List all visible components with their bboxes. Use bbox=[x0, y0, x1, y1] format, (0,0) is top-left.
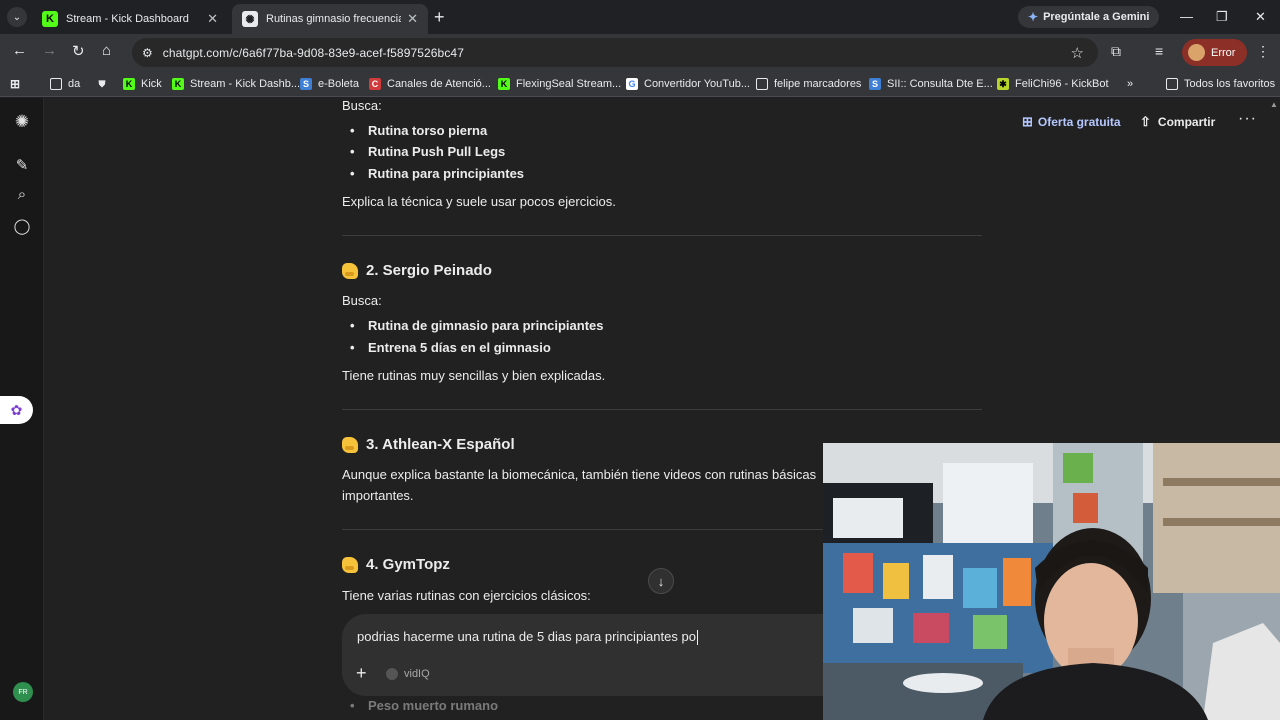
search-icon[interactable]: ⌕ bbox=[13, 186, 31, 203]
restore-icon[interactable]: ❐ bbox=[1216, 9, 1228, 25]
bookmark-star-icon[interactable]: ☆ bbox=[1071, 44, 1084, 62]
flexed-biceps-icon bbox=[342, 556, 358, 573]
google-icon: G bbox=[626, 78, 638, 90]
browser-toolbar: ← → ↻ ⌂ ⚙ chatgpt.com/c/6a6f77ba-9d08-83… bbox=[0, 34, 1280, 71]
profile-status: Error bbox=[1211, 46, 1236, 59]
section-heading: 4. GymTopz bbox=[342, 556, 450, 573]
url-text: chatgpt.com/c/6a6f77ba-9d08-83e9-acef-f5… bbox=[162, 45, 464, 60]
gift-icon: ⊞ bbox=[1022, 114, 1033, 129]
flexed-biceps-icon bbox=[342, 436, 358, 453]
kick-icon: K bbox=[123, 78, 135, 90]
gemini-icon: ✦ bbox=[1028, 10, 1039, 24]
forward-icon[interactable]: → bbox=[42, 42, 57, 59]
sii-icon: S bbox=[300, 78, 312, 90]
list-item: Rutina Push Pull Legs bbox=[350, 144, 505, 159]
tab-strip: ⌄ K Stream - Kick Dashboard ✕ ✺ Rutinas … bbox=[0, 0, 1280, 34]
list-item: Rutina torso pierna bbox=[350, 123, 487, 138]
openai-logo-icon[interactable]: ✺ bbox=[13, 112, 31, 132]
bookmark-da[interactable]: da bbox=[50, 75, 80, 93]
vidiq-tool-chip[interactable]: vidIQ bbox=[386, 668, 430, 680]
gemini-label: Pregúntale a Gemini bbox=[1043, 11, 1150, 23]
tab-title: Stream - Kick Dashboard bbox=[66, 13, 189, 25]
section-text: Aunque explica bastante la biomecánica, … bbox=[342, 467, 817, 503]
webcam-overlay bbox=[823, 443, 1280, 720]
extensions-icon[interactable]: ⧉ bbox=[1111, 43, 1121, 60]
divider bbox=[342, 235, 982, 236]
bookmark-eboleta[interactable]: S e-Boleta bbox=[300, 75, 359, 93]
bot-icon: ✱ bbox=[997, 78, 1009, 90]
bookmark-felipe-marcadores[interactable]: felipe marcadores bbox=[756, 75, 861, 93]
section-heading: 3. Athlean-X Español bbox=[342, 436, 515, 453]
folder-icon bbox=[756, 78, 768, 90]
scroll-down-button[interactable]: ↓ bbox=[648, 568, 674, 594]
bookmark-flexingseal[interactable]: K FlexingSeal Stream... bbox=[498, 75, 621, 93]
bookmarks-bar: ⊞ da ⛊ K Kick K Stream - Kick Dashb... S… bbox=[0, 71, 1280, 97]
message-composer[interactable]: podrias hacerme una rutina de 5 dias par… bbox=[342, 614, 862, 696]
reload-icon[interactable]: ↻ bbox=[72, 42, 85, 60]
busca-label: Busca: bbox=[342, 293, 382, 308]
overflow-chevron-icon[interactable]: » bbox=[1127, 75, 1133, 93]
folder-icon bbox=[50, 78, 62, 90]
list-item: Entrena 5 días en el gimnasio bbox=[350, 340, 551, 355]
canal-icon: C bbox=[369, 78, 381, 90]
gemini-button[interactable]: ✦ Pregúntale a Gemini bbox=[1018, 6, 1160, 28]
share-button[interactable]: ⇧ Compartir bbox=[1140, 114, 1215, 130]
share-icon: ⇧ bbox=[1140, 114, 1151, 129]
user-avatar[interactable]: FR bbox=[13, 682, 33, 702]
apps-icon[interactable]: ⊞ bbox=[9, 75, 27, 93]
vidiq-icon bbox=[386, 668, 398, 680]
profile-button[interactable]: Error bbox=[1182, 39, 1248, 66]
add-attachment-icon[interactable]: + bbox=[356, 663, 367, 684]
window-close-icon[interactable]: ✕ bbox=[1255, 9, 1266, 25]
avatar bbox=[1188, 44, 1205, 61]
bookmark-convertidor[interactable]: G Convertidor YouTub... bbox=[626, 75, 750, 93]
section-note: Explica la técnica y suele usar pocos ej… bbox=[342, 194, 616, 209]
list-item: Peso muerto rumano bbox=[350, 698, 498, 713]
webcam-feed-image bbox=[823, 443, 1280, 720]
oferta-gratuita-button[interactable]: ⊞ Oferta gratuita bbox=[1022, 114, 1121, 130]
divider bbox=[342, 409, 982, 410]
flexed-biceps-icon bbox=[342, 262, 358, 279]
tab-chatgpt[interactable]: ✺ Rutinas gimnasio frecuencia 2 ✕ bbox=[232, 4, 428, 34]
openai-icon: ✺ bbox=[242, 11, 258, 27]
new-chat-icon[interactable]: ✎ bbox=[13, 156, 31, 174]
section-note: Tiene rutinas muy sencillas y bien expli… bbox=[342, 368, 606, 383]
kick-icon: K bbox=[172, 78, 184, 90]
bookmark-kickbot[interactable]: ✱ FeliChi96 - KickBot bbox=[997, 75, 1109, 93]
close-icon[interactable]: ✕ bbox=[207, 11, 218, 27]
back-icon[interactable]: ← bbox=[12, 42, 27, 59]
list-item: Rutina para principiantes bbox=[350, 166, 524, 181]
tab-search-button[interactable]: ⌄ bbox=[7, 7, 27, 27]
tab-kick-dashboard[interactable]: K Stream - Kick Dashboard ✕ bbox=[32, 4, 228, 34]
minimize-icon[interactable]: — bbox=[1180, 9, 1193, 24]
kick-icon: K bbox=[42, 11, 58, 27]
bookmark-sii-consulta[interactable]: S SII:: Consulta Dte E... bbox=[869, 75, 993, 93]
prompt-input[interactable]: podrias hacerme una rutina de 5 dias par… bbox=[357, 629, 698, 646]
bookmark-canales[interactable]: C Canales de Atenció... bbox=[369, 75, 491, 93]
sii-icon: S bbox=[869, 78, 881, 90]
brain-extension-icon[interactable]: ✿ bbox=[0, 396, 33, 424]
busca-label: Busca: bbox=[342, 98, 382, 113]
media-control-icon[interactable]: ≡ bbox=[1155, 43, 1163, 59]
folder-icon bbox=[1166, 78, 1178, 90]
new-tab-button[interactable]: + bbox=[434, 8, 445, 26]
site-info-icon[interactable]: ⚙ bbox=[142, 46, 153, 60]
bookmark-kick[interactable]: K Kick bbox=[123, 75, 162, 93]
section-text: Tiene varias rutinas con ejercicios clás… bbox=[342, 588, 591, 603]
tab-title: Rutinas gimnasio frecuencia 2 bbox=[266, 13, 402, 25]
shield-icon[interactable]: ⛊ bbox=[96, 75, 114, 93]
section-heading: 2. Sergio Peinado bbox=[342, 262, 492, 279]
home-icon[interactable]: ⌂ bbox=[102, 42, 111, 59]
bookmark-stream-kick[interactable]: K Stream - Kick Dashb... bbox=[172, 75, 300, 93]
scroll-up-icon[interactable]: ▲ bbox=[1270, 100, 1278, 109]
list-item: Rutina de gimnasio para principiantes bbox=[350, 318, 604, 333]
bookmark-all-favorites[interactable]: Todos los favoritos bbox=[1166, 75, 1275, 93]
chat-bubble-icon[interactable]: ◯ bbox=[13, 217, 31, 235]
address-bar[interactable]: ⚙ chatgpt.com/c/6a6f77ba-9d08-83e9-acef-… bbox=[132, 38, 1098, 67]
menu-icon[interactable]: ⋮ bbox=[1256, 43, 1270, 60]
close-icon[interactable]: ✕ bbox=[407, 11, 418, 27]
kick-icon: K bbox=[498, 78, 510, 90]
more-options-icon[interactable]: ··· bbox=[1238, 110, 1257, 128]
